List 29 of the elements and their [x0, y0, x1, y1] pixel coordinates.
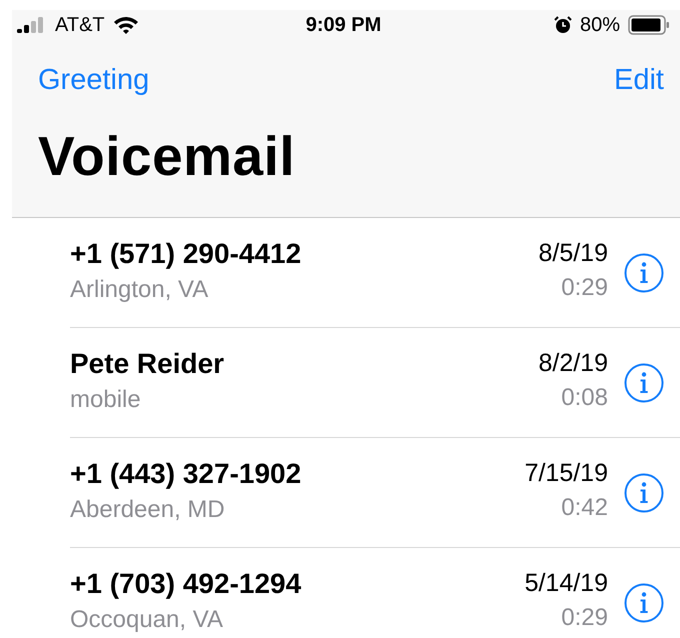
battery-icon: [628, 15, 670, 35]
page-title: Voicemail: [38, 124, 296, 188]
wifi-icon: [112, 16, 139, 34]
caller-detail: mobile: [70, 386, 142, 414]
caller-detail: Aberdeen, MD: [70, 496, 226, 524]
caller-name: +1 (703) 492-1294: [70, 568, 302, 600]
info-icon[interactable]: [624, 362, 664, 402]
voicemail-duration: 0:42: [561, 494, 608, 522]
info-icon[interactable]: [624, 252, 664, 292]
caller-name: +1 (443) 327-1902: [70, 458, 302, 490]
voicemail-date: 5/14/19: [524, 569, 608, 598]
info-icon[interactable]: [624, 472, 664, 512]
caller-detail: Arlington, VA: [70, 276, 210, 304]
greeting-button[interactable]: Greeting: [38, 64, 150, 96]
caller-name: Pete Reider: [70, 348, 226, 380]
info-icon[interactable]: [624, 582, 664, 622]
battery-percentage: 80%: [580, 14, 620, 36]
clock-time: 9:09 PM: [306, 14, 382, 36]
voicemail-duration: 0:29: [561, 274, 608, 302]
caller-name: +1 (571) 290-4412: [70, 238, 302, 270]
voicemail-date: 7/15/19: [524, 459, 608, 488]
voicemail-date: 8/2/19: [538, 349, 608, 378]
alarm-clock-icon: [554, 16, 572, 34]
edit-button[interactable]: Edit: [614, 64, 664, 96]
carrier-name: AT&T: [55, 14, 105, 36]
voicemail-duration: 0:29: [561, 604, 608, 632]
voicemail-duration: 0:08: [561, 384, 608, 412]
voicemail-date: 8/5/19: [538, 239, 608, 268]
caller-detail: Occoquan, VA: [70, 606, 224, 634]
